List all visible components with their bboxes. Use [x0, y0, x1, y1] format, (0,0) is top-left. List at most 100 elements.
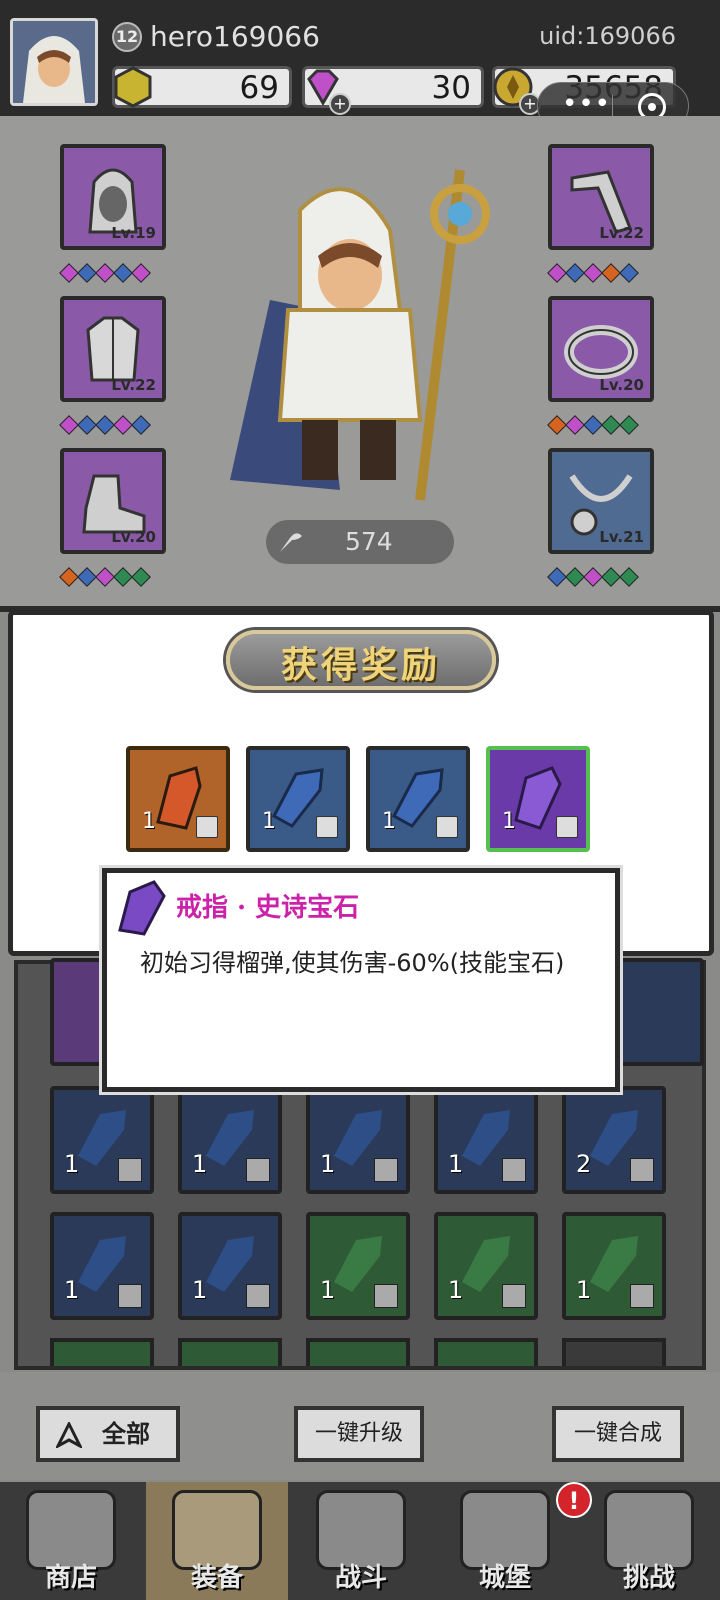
inventory-item[interactable]: 1	[306, 1212, 410, 1320]
socket-gem	[59, 415, 79, 435]
filter-all-button[interactable]: 全部	[36, 1406, 180, 1462]
gem-sockets	[547, 415, 639, 436]
socket-gem	[619, 415, 639, 435]
equipment-slot-ring[interactable]: Lv.20	[548, 296, 654, 402]
inventory-item[interactable]: 1	[50, 1086, 154, 1194]
inventory-item-partial[interactable]	[434, 1338, 538, 1366]
slot-level: Lv.20	[599, 376, 644, 394]
socket-gem	[77, 567, 97, 587]
socket-gem	[547, 415, 567, 435]
inventory-item[interactable]: 1	[178, 1086, 282, 1194]
item-count: 1	[64, 1276, 80, 1304]
equipment-slot-staff[interactable]: Lv.22	[548, 144, 654, 250]
gem-sockets	[59, 263, 151, 284]
nav-shop[interactable]: 商店	[0, 1482, 142, 1600]
inventory-item[interactable]: 2	[562, 1086, 666, 1194]
reward-item[interactable]: 1	[246, 746, 350, 852]
equipment-slot-necklace[interactable]: Lv.21	[548, 448, 654, 554]
ring-slot-badge	[556, 816, 578, 838]
reward-item[interactable]: 1	[366, 746, 470, 852]
slot-level: Lv.21	[599, 528, 644, 546]
socket-gem	[547, 263, 567, 283]
staff-slot-badge	[316, 816, 338, 838]
socket-gem	[565, 263, 585, 283]
gem-sockets	[59, 567, 151, 588]
player-name: hero169066	[150, 20, 320, 53]
inventory-item-partial[interactable]	[306, 1338, 410, 1366]
slot-level: Lv.22	[599, 224, 644, 242]
nav-battle[interactable]: 战斗	[290, 1482, 432, 1600]
inventory-item-partial[interactable]	[562, 1338, 666, 1366]
equipment-slot-hood[interactable]: Lv.19	[60, 144, 166, 250]
slot-level: Lv.22	[111, 376, 156, 394]
socket-gem	[583, 415, 603, 435]
socket-gem	[95, 263, 115, 283]
coin-counter: 69	[112, 66, 292, 108]
socket-gem	[619, 567, 639, 587]
filter-label: 全部	[102, 1420, 150, 1448]
socket-gem	[131, 567, 151, 587]
socket-gem	[113, 567, 133, 587]
gem-sockets	[59, 415, 151, 436]
inventory-item[interactable]: 1	[306, 1086, 410, 1194]
merge-all-button[interactable]: 一键合成	[552, 1406, 684, 1462]
inventory-item[interactable]: 1	[50, 1212, 154, 1320]
player-avatar[interactable]	[10, 18, 98, 106]
item-count: 1	[64, 1150, 80, 1178]
reward-item-selected[interactable]: 1	[486, 746, 590, 852]
slot-badge	[374, 1284, 398, 1308]
inventory-item-partial[interactable]	[178, 1338, 282, 1366]
power-icon	[280, 533, 302, 552]
inventory-item[interactable]: 1	[434, 1086, 538, 1194]
slot-badge	[630, 1284, 654, 1308]
socket-gem	[113, 263, 133, 283]
reward-count: 1	[382, 809, 396, 834]
triangle-filter-icon	[56, 1422, 82, 1448]
nav-label: 挑战	[622, 1563, 675, 1593]
item-count: 1	[448, 1150, 464, 1178]
tooltip-title: 戒指 · 史诗宝石	[176, 893, 360, 923]
socket-gem	[601, 263, 621, 283]
equipment-slot-robe[interactable]: Lv.22	[60, 296, 166, 402]
popup-top-border	[0, 606, 720, 612]
inventory-item[interactable]: 1	[562, 1212, 666, 1320]
add-gems-button[interactable]: +	[329, 93, 351, 115]
socket-gem	[131, 263, 151, 283]
reward-count: 1	[502, 809, 516, 834]
inventory-item[interactable]: 1	[434, 1212, 538, 1320]
hero-character	[210, 150, 510, 530]
nav-challenge[interactable]: 挑战	[578, 1482, 720, 1600]
socket-gem	[95, 567, 115, 587]
more-menu-icon[interactable]: •••	[562, 89, 611, 119]
reward-count: 1	[142, 809, 156, 834]
slot-badge	[118, 1158, 142, 1182]
nav-label: 商店	[44, 1563, 97, 1593]
socket-gem	[565, 415, 585, 435]
slot-badge	[374, 1158, 398, 1182]
equipment-slot-boots[interactable]: Lv.20	[60, 448, 166, 554]
slot-level: Lv.19	[111, 224, 156, 242]
inventory-item-partial[interactable]	[50, 1338, 154, 1366]
item-count: 1	[576, 1276, 592, 1304]
nav-equipment-active[interactable]: 装备	[146, 1482, 288, 1600]
reward-item[interactable]: 1	[126, 746, 230, 852]
inventory-item[interactable]: 1	[178, 1212, 282, 1320]
item-count: 1	[320, 1276, 336, 1304]
hooded-hero-icon	[13, 21, 95, 103]
socket-gem	[583, 567, 603, 587]
ring-slot-badge	[196, 816, 218, 838]
reward-count: 1	[262, 809, 276, 834]
slot-badge	[630, 1158, 654, 1182]
socket-gem	[601, 415, 621, 435]
nav-castle[interactable]: 城堡	[434, 1482, 576, 1600]
nav-label: 装备	[190, 1563, 243, 1593]
robe-slot-badge	[436, 816, 458, 838]
item-count: 1	[320, 1150, 336, 1178]
gem-sockets	[547, 567, 639, 588]
upgrade-all-button[interactable]: 一键升级	[294, 1406, 424, 1462]
hexagon-coin-icon	[114, 66, 152, 108]
slot-badge	[246, 1284, 270, 1308]
socket-gem	[95, 415, 115, 435]
socket-gem	[131, 415, 151, 435]
item-count: 1	[192, 1150, 208, 1178]
